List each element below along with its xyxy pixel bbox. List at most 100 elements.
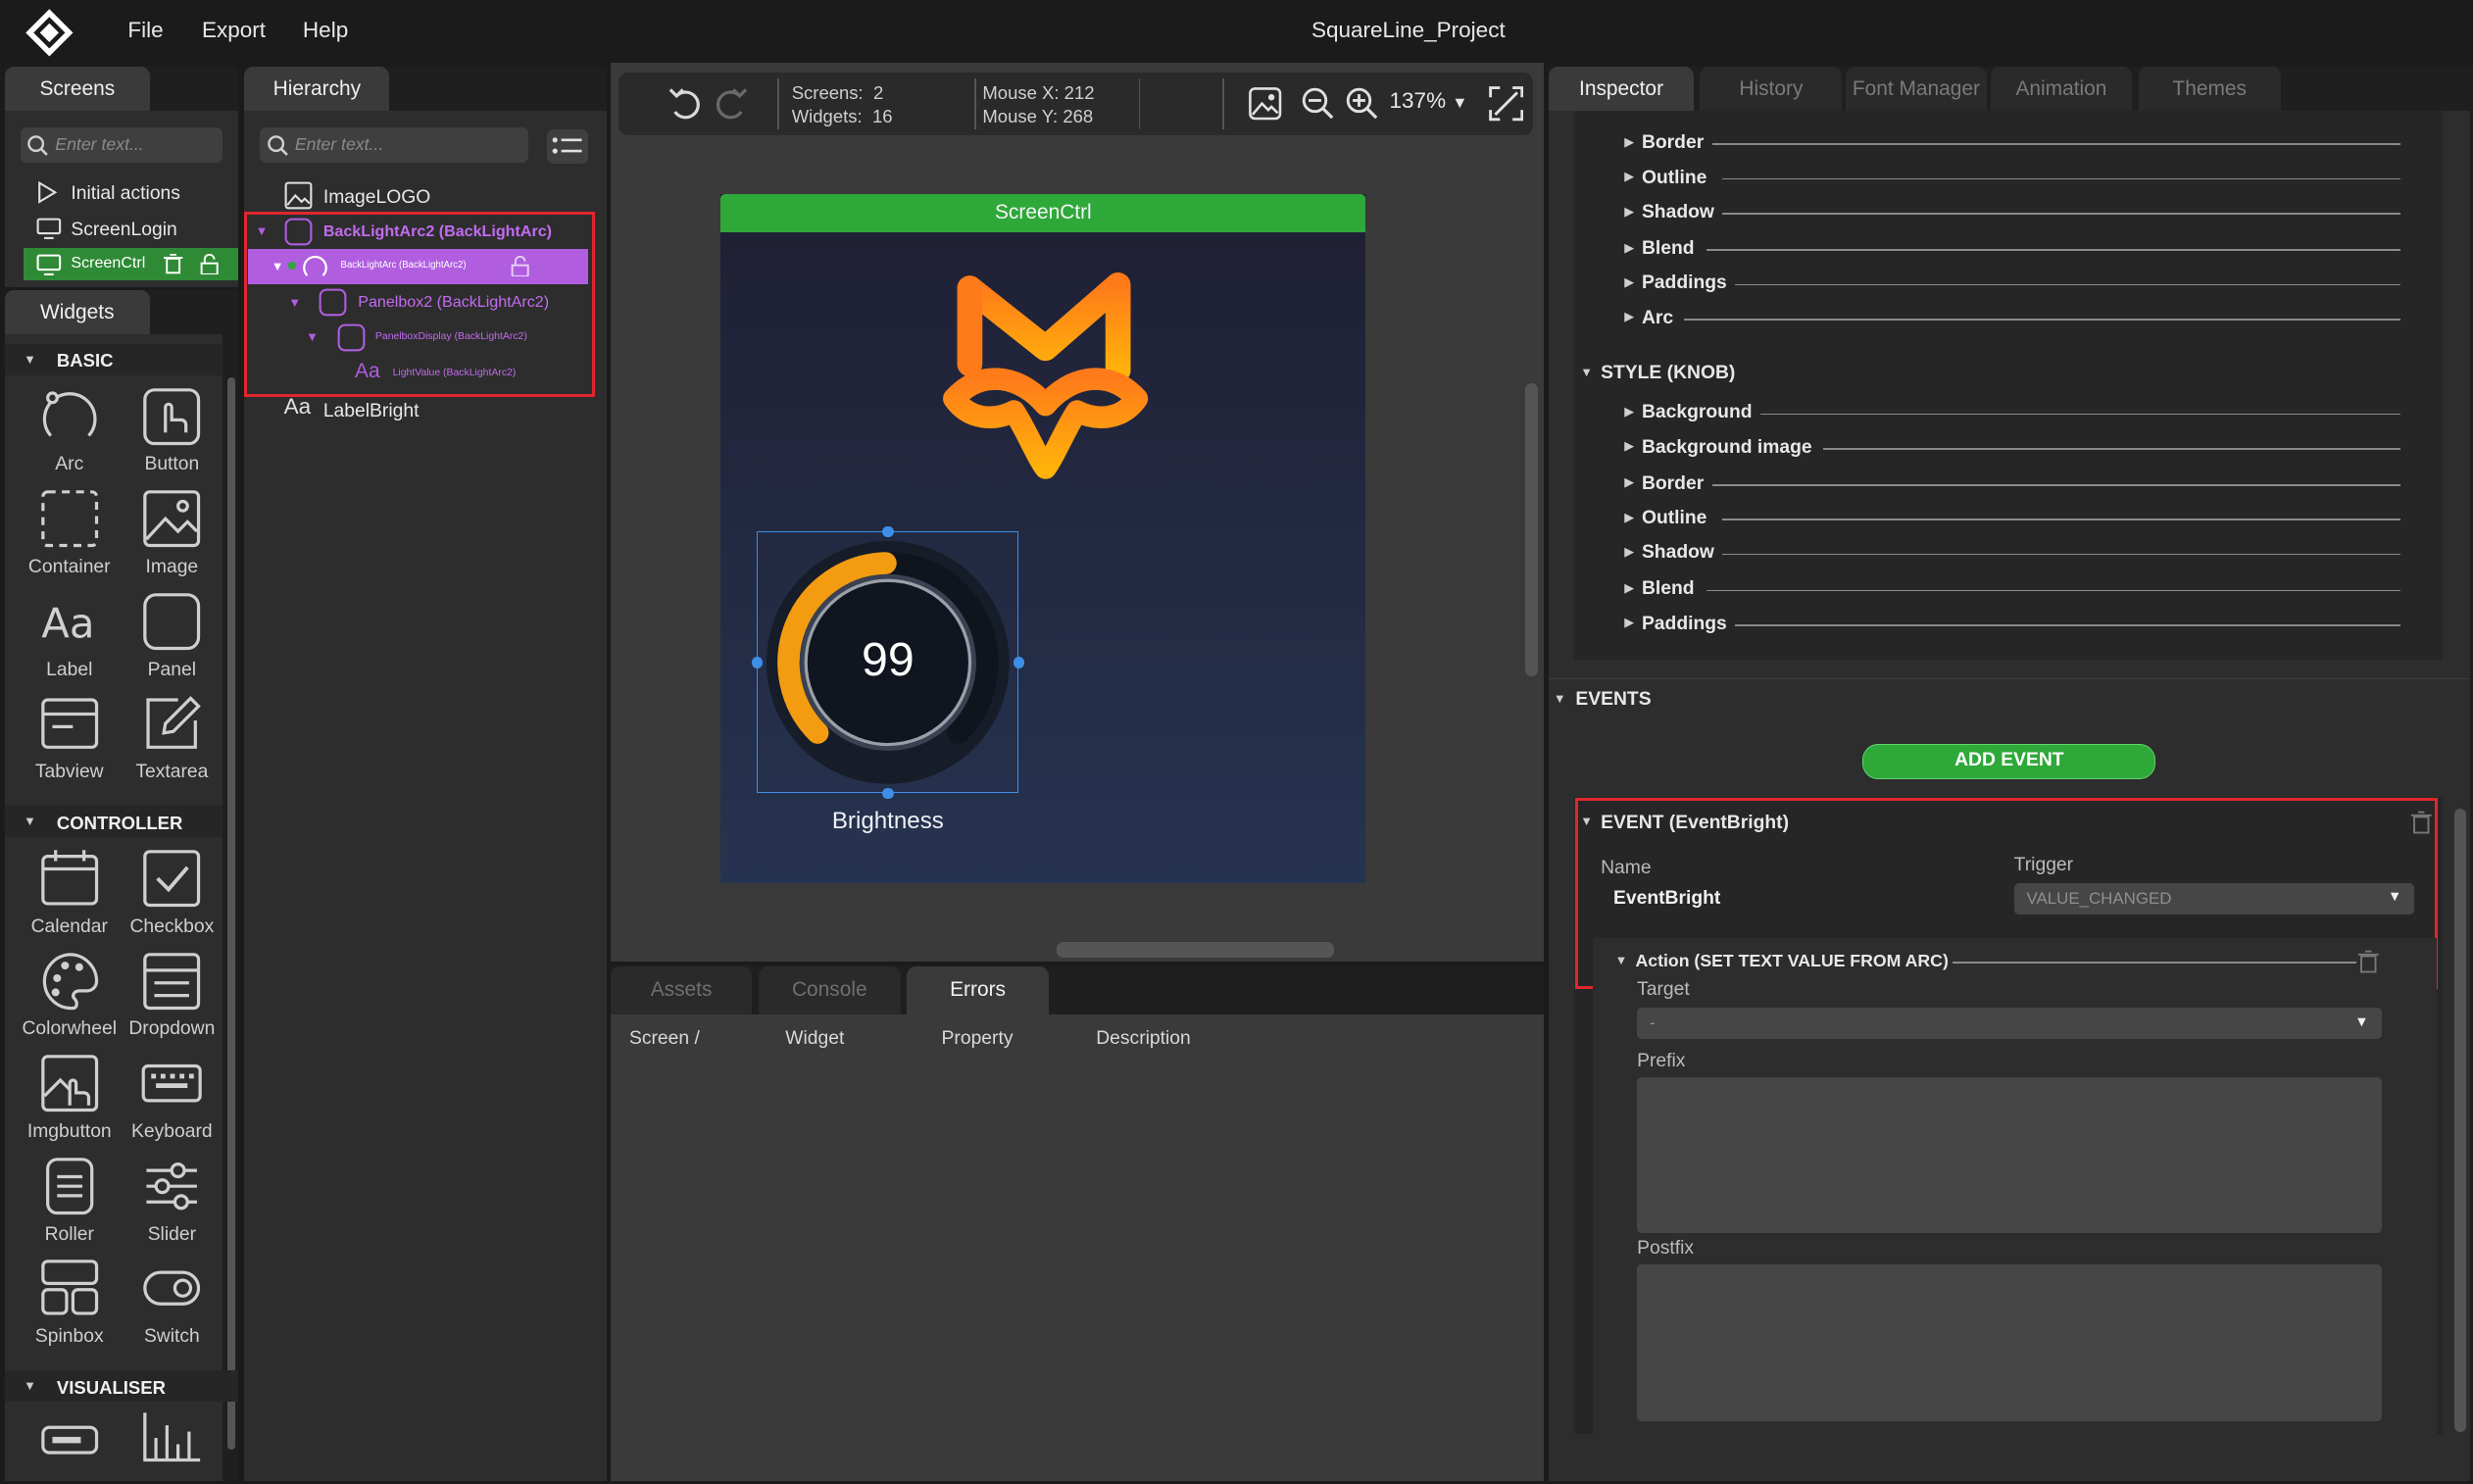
tab-assets[interactable]: Assets bbox=[610, 966, 753, 1014]
tab-themes[interactable]: Themes bbox=[2138, 66, 2281, 111]
delete-event-icon[interactable] bbox=[2410, 811, 2433, 834]
inspector-scrollbar[interactable] bbox=[2453, 809, 2467, 1432]
knob-prop-outline[interactable]: ▶ Outline bbox=[1621, 505, 2400, 539]
knob-prop-blend[interactable]: ▶ Blend bbox=[1621, 575, 2400, 610]
prop-arc[interactable]: ▶ Arc bbox=[1621, 305, 2400, 339]
resize-handle-bottom[interactable] bbox=[882, 787, 894, 800]
widget-spinbox[interactable]: Spinbox bbox=[21, 1257, 119, 1348]
widget-imgbutton[interactable]: Imgbutton bbox=[21, 1052, 119, 1143]
section-visualiser[interactable]: ▼ VISUALISER bbox=[4, 1370, 238, 1403]
event-header[interactable]: ▼ EVENT (EventBright) bbox=[1580, 808, 2432, 842]
hierarchy-item-labelbright[interactable]: Aa LabelBright bbox=[284, 393, 584, 427]
list-view-button[interactable] bbox=[547, 128, 589, 165]
tab-history[interactable]: History bbox=[1700, 66, 1843, 111]
canvas-horizontal-scrollbar[interactable] bbox=[1057, 941, 1335, 958]
widget-button[interactable]: Button bbox=[123, 385, 221, 476]
hierarchy-item-backlightarc-selected[interactable]: ▼ BackLightArc (BackLightArc2) bbox=[247, 249, 589, 284]
hierarchy-item-imagelogo[interactable]: ImageLOGO bbox=[284, 179, 584, 214]
arc-icon bbox=[42, 391, 97, 437]
screens-count: 2 bbox=[872, 81, 884, 103]
delete-action-icon[interactable] bbox=[2357, 950, 2380, 973]
widget-container[interactable]: Container bbox=[21, 487, 119, 578]
prop-border[interactable]: ▶ Border bbox=[1621, 129, 2400, 164]
target-dropdown[interactable]: - ▼ bbox=[1637, 1008, 2382, 1040]
search-icon bbox=[27, 134, 49, 156]
zoom-in-icon[interactable] bbox=[1345, 86, 1379, 121]
hierarchy-item-panelbox2[interactable]: ▼ Panelbox2 (BackLightArc2) bbox=[251, 285, 592, 320]
widget-bar[interactable] bbox=[38, 1416, 101, 1463]
zoom-out-icon[interactable] bbox=[1301, 86, 1335, 121]
hierarchy-item-panelboxdisplay[interactable]: ▼ PanelboxDisplay (BackLightArc2) bbox=[251, 321, 592, 355]
background-image-icon[interactable] bbox=[1248, 86, 1282, 121]
widget-roller[interactable]: Roller bbox=[21, 1155, 119, 1246]
widget-checkbox[interactable]: Checkbox bbox=[123, 847, 221, 938]
action-header[interactable]: ▼ Action (SET TEXT VALUE FROM ARC) bbox=[1615, 946, 2392, 980]
widget-colorwheel[interactable]: Colorwheel bbox=[21, 950, 119, 1041]
knob-prop-paddings[interactable]: ▶ Paddings bbox=[1621, 611, 2400, 645]
resize-handle-top[interactable] bbox=[882, 525, 894, 538]
fox-logo-image[interactable] bbox=[935, 272, 1156, 493]
tab-errors[interactable]: Errors bbox=[907, 966, 1049, 1014]
zoom-select[interactable]: 137% ▼ bbox=[1390, 88, 1468, 114]
event-name-value[interactable]: EventBright bbox=[1613, 888, 1720, 910]
hierarchy-item-lightvalue[interactable]: Aa LightValue (BackLightArc2) bbox=[251, 357, 592, 391]
image-icon bbox=[143, 490, 201, 548]
widget-panel[interactable]: Panel bbox=[123, 590, 221, 681]
tab-widgets[interactable]: Widgets bbox=[4, 290, 150, 335]
widget-arc[interactable]: Arc bbox=[21, 385, 119, 476]
screens-search-input[interactable]: Enter text... bbox=[20, 127, 223, 163]
knob-prop-background[interactable]: ▶ Background bbox=[1621, 399, 2400, 433]
widget-calendar[interactable]: Calendar bbox=[21, 847, 119, 938]
widget-slider[interactable]: Slider bbox=[123, 1155, 221, 1246]
tab-console[interactable]: Console bbox=[758, 966, 901, 1014]
tab-animation[interactable]: Animation bbox=[1990, 66, 2133, 111]
tab-screens[interactable]: Screens bbox=[4, 66, 150, 111]
widget-textarea[interactable]: Textarea bbox=[123, 692, 221, 783]
switch-icon bbox=[143, 1270, 201, 1307]
widget-chart[interactable] bbox=[140, 1410, 203, 1463]
widget-image[interactable]: Image bbox=[123, 487, 221, 578]
knob-prop-border[interactable]: ▶ Border bbox=[1621, 470, 2400, 504]
add-event-button[interactable]: ADD EVENT bbox=[1862, 744, 2156, 779]
column-property[interactable]: Property bbox=[942, 1028, 1014, 1050]
prop-outline[interactable]: ▶ Outline bbox=[1621, 164, 2400, 198]
tab-hierarchy[interactable]: Hierarchy bbox=[244, 66, 390, 111]
widget-label[interactable]: Aa Label bbox=[21, 590, 119, 681]
delete-icon[interactable] bbox=[164, 254, 183, 274]
mouse-y: 268 bbox=[1063, 105, 1094, 126]
prefix-textarea[interactable] bbox=[1637, 1076, 2382, 1234]
widgets-scrollbar[interactable] bbox=[226, 376, 235, 1450]
trigger-dropdown[interactable]: VALUE_CHANGED ▼ bbox=[2013, 883, 2415, 915]
prop-shadow[interactable]: ▶ Shadow bbox=[1621, 199, 2400, 233]
section-basic[interactable]: ▼ BASIC bbox=[4, 343, 223, 375]
unlock-icon[interactable] bbox=[511, 255, 529, 276]
hierarchy-item-backlightarc2[interactable]: ▼ BackLightArc2 (BackLightArc) bbox=[251, 215, 592, 249]
resize-handle-left[interactable] bbox=[751, 657, 764, 668]
fullscreen-icon[interactable] bbox=[1489, 86, 1524, 122]
section-controller[interactable]: ▼ CONTROLLER bbox=[4, 806, 223, 838]
knob-prop-background-image[interactable]: ▶ Background image bbox=[1621, 433, 2400, 468]
widget-tabview[interactable]: Tabview bbox=[21, 692, 119, 783]
resize-handle-right[interactable] bbox=[1013, 657, 1025, 668]
tab-inspector[interactable]: Inspector bbox=[1549, 66, 1695, 111]
redo-icon[interactable] bbox=[710, 83, 751, 124]
undo-icon[interactable] bbox=[666, 83, 707, 124]
prop-paddings[interactable]: ▶ Paddings bbox=[1621, 270, 2400, 304]
column-widget[interactable]: Widget bbox=[785, 1028, 844, 1050]
brightness-arc[interactable]: 99 bbox=[766, 540, 1010, 784]
section-events[interactable]: ▼ EVENTS bbox=[1554, 684, 2027, 718]
postfix-textarea[interactable] bbox=[1637, 1264, 2382, 1421]
hierarchy-search-input[interactable]: Enter text... bbox=[260, 127, 528, 163]
tab-font-manager[interactable]: Font Manager bbox=[1845, 66, 1988, 111]
canvas-vertical-scrollbar[interactable] bbox=[1524, 382, 1538, 677]
widget-keyboard[interactable]: Keyboard bbox=[123, 1052, 221, 1143]
widget-dropdown[interactable]: Dropdown bbox=[123, 950, 221, 1041]
widget-switch[interactable]: Switch bbox=[123, 1257, 221, 1348]
unlock-icon[interactable] bbox=[200, 254, 219, 274]
column-description[interactable]: Description bbox=[1096, 1028, 1191, 1050]
screen-item-ctrl[interactable]: ScreenCtrl bbox=[24, 247, 238, 281]
section-style-knob[interactable]: ▼ STYLE (KNOB) bbox=[1580, 358, 2053, 392]
column-screen[interactable]: Screen / bbox=[629, 1028, 700, 1050]
knob-prop-shadow[interactable]: ▶ Shadow bbox=[1621, 539, 2400, 573]
prop-blend[interactable]: ▶ Blend bbox=[1621, 235, 2400, 270]
